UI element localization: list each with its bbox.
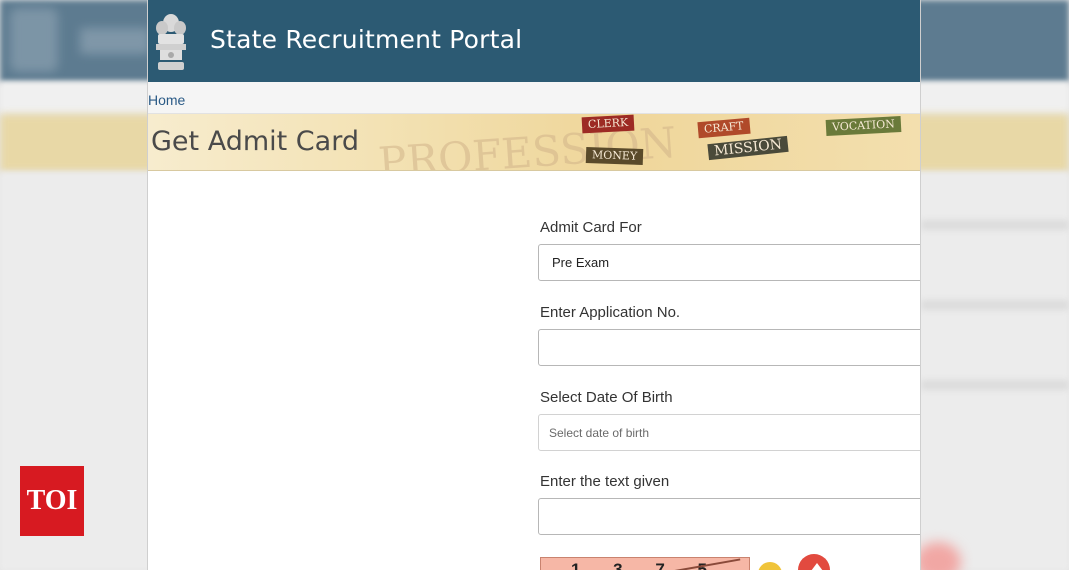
refresh-icon[interactable] [758,562,782,570]
background-stripe [921,380,1069,390]
captcha-image: 1 3 7 5 [540,557,750,570]
background-emblem [10,8,58,72]
breadcrumb: Home [148,82,920,114]
toi-watermark-logo: TOI [20,466,84,536]
banner-tag: CLERK [581,114,635,134]
admit-card-for-label: Admit Card For [540,219,642,236]
application-no-input[interactable] [538,329,920,366]
site-header: State Recruitment Portal [148,0,920,82]
home-link[interactable]: Home [148,92,185,108]
background-stripe [921,220,1069,230]
state-emblem-icon [156,14,186,70]
admit-card-for-select[interactable]: Pre Exam [538,244,920,281]
portal-title: State Recruitment Portal [210,25,523,54]
page-banner: PROFESSION CLERK MONEY MISSION CRAFT VOC… [148,114,920,171]
page-title: Get Admit Card [151,126,359,157]
captcha-input[interactable] [538,498,920,535]
application-no-label: Enter Application No. [540,304,681,321]
banner-tag: MONEY [585,147,644,165]
background-title [80,28,150,54]
banner-tag: CRAFT [697,117,751,139]
audio-icon[interactable] [798,554,830,570]
date-of-birth-input[interactable] [538,414,920,451]
date-of-birth-label: Select Date Of Birth [540,389,673,406]
banner-tag: VOCATION [825,116,902,136]
portal-window: State Recruitment Portal Home PROFESSION… [148,0,920,570]
background-stripe [921,300,1069,310]
banner-tag: MISSION [707,135,789,161]
captcha-text-label: Enter the text given [540,473,670,490]
